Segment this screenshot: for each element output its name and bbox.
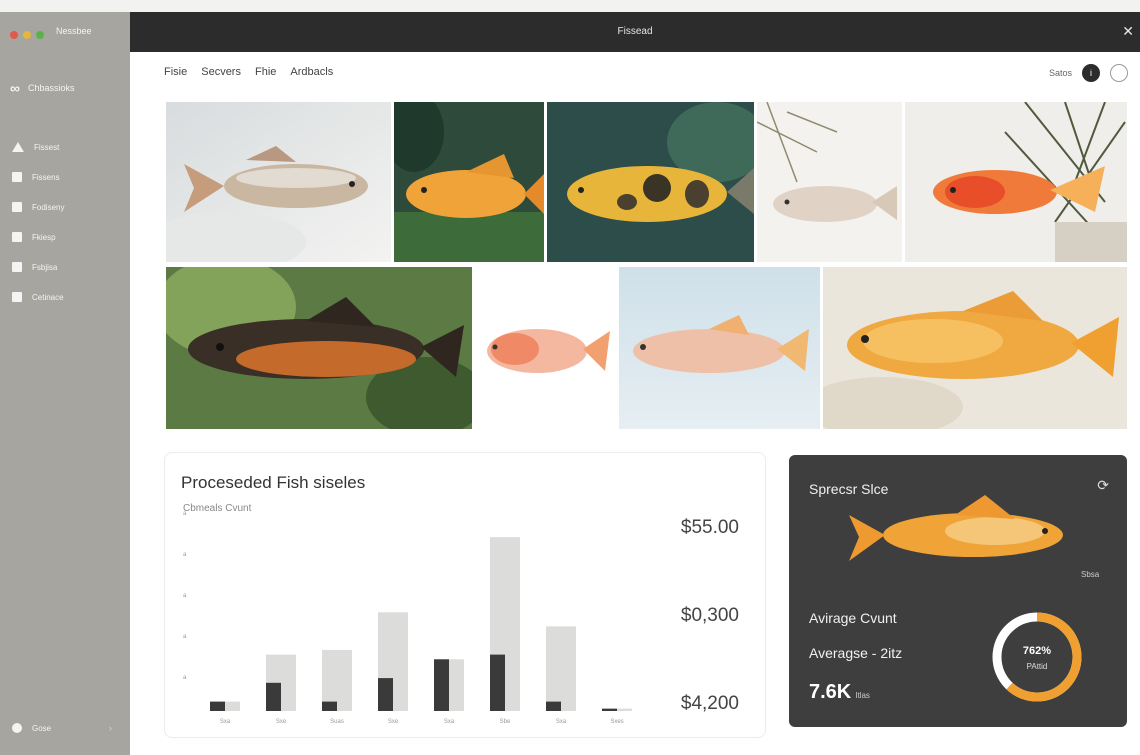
- sidebar-footer[interactable]: Gose ›: [12, 723, 112, 733]
- bar-processed[interactable]: [490, 654, 505, 711]
- chart-value-top: $55.00: [680, 517, 739, 538]
- fish-photo-1[interactable]: [166, 102, 391, 262]
- doc-icon: [12, 232, 22, 242]
- species-size-label: Sbsa: [1081, 570, 1100, 579]
- sidebar-item-3[interactable]: Fkiesp: [12, 222, 64, 252]
- sidebar-item-0[interactable]: Fissest: [12, 132, 64, 162]
- sidebar-item-label: Fkiesp: [32, 232, 56, 242]
- chart-value-bottom: $4,200: [680, 693, 739, 714]
- fish-photo-7[interactable]: [475, 267, 616, 429]
- brand-logo-icon: ∞: [10, 80, 20, 96]
- x-tick-label: Sbe: [500, 719, 511, 725]
- big-stat: 7.6K Itlas: [809, 681, 870, 704]
- window-title: Fissead: [617, 26, 653, 37]
- big-stat-unit: Itlas: [855, 691, 870, 700]
- bar-processed[interactable]: [266, 682, 281, 711]
- average-count-label: Avirage Cvunt: [809, 610, 897, 626]
- sidebar-item-1[interactable]: Fissens: [12, 162, 64, 192]
- minimize-window-button[interactable]: [23, 31, 31, 39]
- sidebar-item-2[interactable]: Fodiseny: [12, 192, 64, 222]
- sidebar-item-4[interactable]: Fsbjisa: [12, 252, 64, 282]
- sidebar-nav: Fissest Fissens Fodiseny Fkiesp Fsbjisa …: [12, 132, 64, 312]
- fish-photo-6[interactable]: [166, 267, 472, 429]
- chart-card: Proceseded Fish siseles Cbmeals Cvunt aa…: [164, 452, 766, 738]
- tab-3[interactable]: Ardbacls: [290, 66, 333, 78]
- sidebar-brand[interactable]: ∞ Chbassioks: [10, 80, 75, 96]
- species-fish-image: [849, 495, 1063, 561]
- info-icon[interactable]: i: [1082, 64, 1100, 82]
- x-tick-label: Suas: [330, 719, 344, 725]
- x-tick-label: Sxe: [388, 719, 399, 725]
- sidebar-item-label: Fissens: [32, 172, 60, 182]
- x-tick-label: Sxa: [444, 719, 455, 725]
- bar-chart: a a a a a Sxa Sxe Suas Sxe Sxa Sbe Sxa Sxes: [183, 511, 632, 725]
- fish-photo-4[interactable]: [757, 102, 902, 262]
- y-tick-label: a: [183, 675, 187, 681]
- average-size-label: Averagse - 2itz: [809, 645, 903, 661]
- y-tick-label: a: [183, 593, 187, 599]
- status-label[interactable]: Satos: [1049, 68, 1072, 78]
- species-card: Sprecsr Slce ⟳ Sbsa Avirage Cvunt Averag…: [789, 455, 1127, 727]
- brand-name: Chbassioks: [27, 83, 75, 93]
- triangle-icon: [12, 142, 24, 152]
- bar-processed[interactable]: [546, 701, 561, 711]
- maximize-window-button[interactable]: [36, 31, 44, 39]
- grid-icon: [12, 262, 22, 272]
- bar-processed[interactable]: [434, 659, 449, 711]
- settings-icon: [12, 292, 22, 302]
- y-tick-label: a: [183, 634, 187, 640]
- sidebar-item-label: Fodiseny: [32, 202, 65, 212]
- fish-photo-2[interactable]: [394, 102, 544, 262]
- chart-value-mid: $0,300: [680, 605, 739, 626]
- tab-2[interactable]: Fhie: [255, 66, 276, 78]
- title-bar: Fissead ✕: [130, 12, 1140, 52]
- x-tick-label: Sxes: [610, 719, 623, 725]
- bar-processed[interactable]: [378, 678, 393, 711]
- tab-0[interactable]: Fisie: [164, 66, 187, 78]
- progress-donut: [992, 612, 1082, 702]
- image-icon: [12, 172, 22, 182]
- bar-total[interactable]: [546, 626, 576, 711]
- fish-photo-3[interactable]: [547, 102, 754, 262]
- app-window: Nessbee ∞ Chbassioks Fissest Fissens Fod…: [0, 0, 1140, 755]
- fish-photo-8[interactable]: [619, 267, 820, 429]
- bar-processed[interactable]: [322, 701, 337, 711]
- x-tick-label: Sxe: [276, 719, 287, 725]
- user-avatar-icon[interactable]: [1110, 64, 1128, 82]
- bar-processed[interactable]: [210, 701, 225, 711]
- sidebar-item-5[interactable]: Cetinace: [12, 282, 64, 312]
- sidebar-item-label: Fsbjisa: [32, 262, 58, 272]
- y-tick-label: a: [183, 511, 187, 517]
- donut-percent: 762%: [1022, 645, 1052, 657]
- user-icon: [12, 723, 22, 733]
- window-controls: [10, 31, 44, 39]
- y-tick-label: a: [183, 552, 187, 558]
- sidebar-item-label: Cetinace: [32, 292, 64, 302]
- big-stat-value: 7.6K: [809, 681, 852, 703]
- sidebar-item-label: Fissest: [34, 142, 60, 152]
- fish-photo-9[interactable]: [823, 267, 1127, 429]
- sidebar-app-name: Nessbee: [56, 26, 92, 36]
- sidebar: Nessbee ∞ Chbassioks Fissest Fissens Fod…: [0, 12, 130, 755]
- close-window-button[interactable]: [10, 31, 18, 39]
- x-tick-label: Sxa: [220, 719, 231, 725]
- close-icon[interactable]: ✕: [1122, 23, 1134, 40]
- top-right-controls: Satos i: [1049, 64, 1128, 82]
- sidebar-footer-label: Gose: [32, 723, 52, 733]
- donut-subtitle: PAttid: [1026, 662, 1048, 671]
- folder-icon: [12, 202, 22, 212]
- refresh-icon[interactable]: ⟳: [1097, 477, 1109, 494]
- fish-photo-5[interactable]: [905, 102, 1127, 262]
- x-tick-label: Sxa: [556, 719, 567, 725]
- tab-1[interactable]: Secvers: [201, 66, 241, 78]
- tab-bar: Fisie Secvers Fhie Ardbacls: [164, 66, 333, 78]
- bar-processed[interactable]: [602, 708, 617, 711]
- chevron-right-icon: ›: [109, 723, 112, 733]
